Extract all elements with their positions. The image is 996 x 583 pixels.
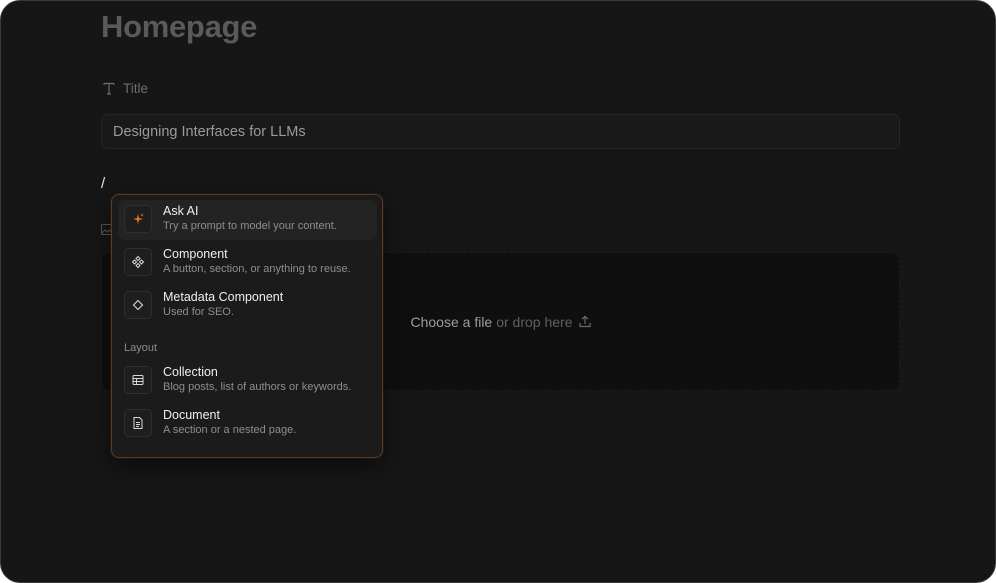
text-type-icon <box>102 82 115 96</box>
page-title: Homepage <box>101 9 258 44</box>
menu-item-title: Collection <box>163 365 218 379</box>
menu-item-component[interactable]: Component A button, section, or anything… <box>118 243 377 283</box>
menu-item-title: Metadata Component <box>163 290 284 304</box>
slash-command-input[interactable]: / <box>101 175 105 192</box>
menu-item-metadata-component[interactable]: Metadata Component Used for SEO. <box>118 286 377 326</box>
upload-icon <box>578 315 591 328</box>
menu-item-title: Document <box>163 408 220 422</box>
menu-item-desc: Used for SEO. <box>163 306 234 318</box>
document-icon <box>124 409 152 437</box>
title-field-label: Title <box>102 81 148 96</box>
sparkle-icon <box>124 205 152 233</box>
component-icon <box>124 248 152 276</box>
menu-item-title: Component <box>163 247 228 261</box>
menu-item-desc: A section or a nested page. <box>163 424 297 436</box>
menu-section-layout: Layout <box>124 342 158 354</box>
menu-item-collection[interactable]: Collection Blog posts, list of authors o… <box>118 361 377 401</box>
slash-command-menu: Ask AI Try a prompt to model your conten… <box>111 194 383 458</box>
menu-item-ask-ai[interactable]: Ask AI Try a prompt to model your conten… <box>118 200 377 240</box>
menu-item-desc: Try a prompt to model your content. <box>163 220 337 232</box>
title-label-text: Title <box>123 81 149 96</box>
drop-here-text: or drop here <box>496 313 573 330</box>
menu-item-desc: Blog posts, list of authors or keywords. <box>163 381 352 393</box>
diamond-icon <box>124 291 152 319</box>
menu-item-title: Ask AI <box>163 204 199 218</box>
menu-item-desc: A button, section, or anything to reuse. <box>163 263 351 275</box>
menu-item-document[interactable]: Document A section or a nested page. <box>118 404 377 444</box>
app-window: Homepage Title Designing Interfaces for … <box>0 0 996 583</box>
title-input-value: Designing Interfaces for LLMs <box>113 123 306 140</box>
table-icon <box>124 366 152 394</box>
title-input[interactable]: Designing Interfaces for LLMs <box>101 114 900 149</box>
choose-file-link[interactable]: Choose a file <box>411 314 493 330</box>
